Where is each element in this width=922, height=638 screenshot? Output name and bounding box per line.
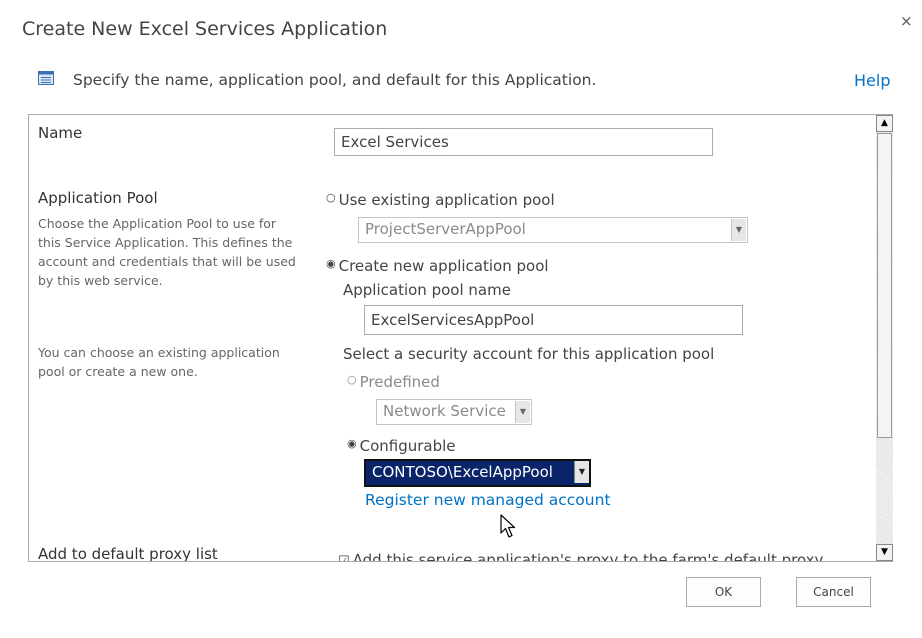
app-pool-description: Choose the Application Pool to use for t… [38, 216, 296, 288]
existing-pool-value: ProjectServerAppPool [365, 220, 526, 238]
form-info-icon [38, 71, 54, 85]
name-input[interactable] [334, 128, 713, 156]
scrollbar-thumb[interactable] [877, 133, 892, 438]
pool-name-label: Application pool name [343, 281, 511, 299]
name-section-title: Name [38, 124, 83, 142]
radio-unchecked-icon: ○ [347, 373, 357, 386]
create-new-label: Create new application pool [338, 257, 549, 275]
help-link[interactable]: Help [854, 71, 890, 90]
dialog-title: Create New Excel Services Application [22, 18, 388, 40]
close-icon[interactable]: × [900, 12, 913, 30]
checkbox-checked-icon: ☑ [338, 554, 350, 562]
default-proxy-checkbox[interactable]: ☑ Add this service application's proxy to… [338, 551, 824, 562]
configurable-label: Configurable [359, 437, 456, 455]
existing-pool-select[interactable]: ProjectServerAppPool ▼ [358, 217, 748, 243]
predefined-label: Predefined [359, 373, 440, 391]
chevron-down-icon: ▼ [731, 219, 746, 241]
vertical-scrollbar[interactable]: ▲ ▼ [876, 115, 893, 561]
mouse-cursor-icon [500, 514, 516, 538]
radio-unchecked-icon: ○ [326, 191, 336, 204]
app-pool-choice-description: You can choose an existing application p… [38, 345, 280, 379]
security-account-label: Select a security account for this appli… [343, 345, 715, 363]
scroll-up-icon[interactable]: ▲ [876, 115, 893, 132]
predefined-select[interactable]: Network Service ▼ [376, 399, 532, 425]
proxy-section-title: Add to default proxy list [38, 545, 218, 562]
cancel-button[interactable]: Cancel [796, 577, 871, 607]
pool-name-input[interactable] [364, 305, 743, 335]
chevron-down-icon: ▼ [515, 401, 530, 423]
predefined-value: Network Service [383, 402, 506, 420]
use-existing-label: Use existing application pool [338, 191, 555, 209]
ok-button[interactable]: OK [686, 577, 761, 607]
chevron-down-icon: ▼ [574, 461, 589, 483]
create-new-radio[interactable]: ◉ Create new application pool [326, 257, 549, 275]
scroll-down-icon[interactable]: ▼ [876, 544, 893, 561]
managed-account-value: CONTOSO\ExcelAppPool [372, 463, 553, 481]
intro-text: Specify the name, application pool, and … [73, 71, 597, 89]
use-existing-radio[interactable]: ○ Use existing application pool [326, 191, 555, 209]
app-pool-section-title: Application Pool [38, 189, 158, 207]
managed-account-select[interactable]: CONTOSO\ExcelAppPool ▼ [364, 459, 591, 487]
configurable-radio[interactable]: ◉ Configurable [347, 437, 456, 455]
default-proxy-label: Add this service application's proxy to … [352, 551, 824, 562]
radio-checked-icon: ◉ [347, 437, 357, 450]
form-scroll-panel: Name Application Pool Choose the Applica… [28, 114, 893, 562]
predefined-radio[interactable]: ○ Predefined [347, 373, 440, 391]
radio-checked-icon: ◉ [326, 257, 336, 270]
register-managed-account-link[interactable]: Register new managed account [365, 491, 611, 509]
